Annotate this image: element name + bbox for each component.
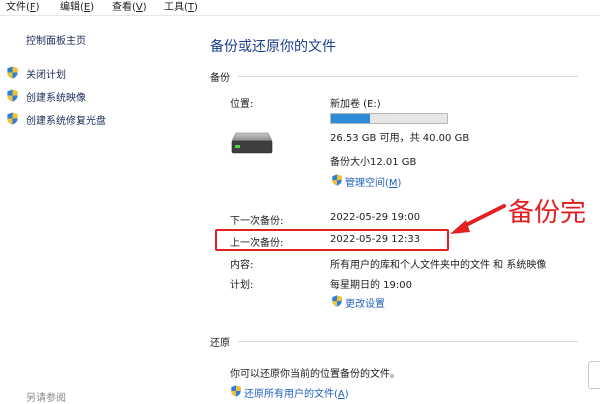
disk-usage-bar [330,113,448,124]
menu-file[interactable]: 文件(F) [4,0,42,15]
uac-shield-icon [7,66,18,79]
uac-shield-icon [7,112,18,125]
next-backup-label: 下一次备份: [230,216,284,227]
restore-section-heading: 还原 [210,338,230,349]
restore-button-edge[interactable] [588,361,600,389]
menu-view-end: ) [142,2,147,13]
schedule-label: 计划: [230,280,254,291]
sidebar: 控制面板主页 关闭计划 创建系统映像 创建系统修复光盘 另请参阅 [0,16,190,404]
next-backup-value: 2022-05-29 19:00 [330,212,421,223]
backup-section-heading: 备份 [210,73,230,84]
annotation-text: 备份完 [508,198,587,228]
content-value: 所有用户的库和个人文件夹中的文件 和 系统映像 [330,260,547,271]
menu-edit[interactable]: 编辑(E) [58,0,96,15]
uac-shield-icon [332,295,342,307]
sidebar-item-turn-off-schedule[interactable]: 关闭计划 [26,66,66,81]
uac-shield-icon [231,385,241,397]
main-panel: 备份或还原你的文件 备份 位置: 新加卷 (E:) 26.53 GB 可用，共 … [190,16,600,400]
menu-file-end: ) [35,2,40,13]
manage-space-link[interactable]: 管理空间(M) [345,174,401,189]
menu-view-key: V [135,2,143,13]
backup-section-divider [238,76,578,77]
schedule-value: 每星期日的 19:00 [330,280,412,291]
sidebar-item-create-system-image[interactable]: 创建系统映像 [26,89,86,104]
menu-file-label: 文件( [6,2,30,13]
backup-size-text: 备份大小12.01 GB [330,157,417,168]
restore-description: 你可以还原你当前的位置备份的文件。 [230,369,400,380]
menu-edit-label: 编辑( [60,2,84,13]
menu-bar: 文件(F) 编辑(E) 查看(V) 工具(T) [0,0,600,16]
change-settings-link[interactable]: 更改设置 [345,295,385,310]
menu-tools-label: 工具( [164,2,188,13]
menu-tools[interactable]: 工具(T) [162,0,200,15]
restore-section-divider [238,341,578,342]
menu-tools-end: ) [194,2,198,13]
sidebar-home-link[interactable]: 控制面板主页 [26,32,86,47]
restore-all-label: 还原所有用户的文件( [244,389,338,400]
menu-edit-end: ) [90,2,95,13]
disk-usage-fill [331,114,371,123]
manage-space-key: M [388,178,398,189]
free-space-text: 26.53 GB 可用，共 40.00 GB [330,133,470,144]
manage-space-label: 管理空间( [345,178,389,189]
uac-shield-icon [7,89,18,102]
manage-space-end: ) [397,178,402,189]
restore-all-users-link[interactable]: 还原所有用户的文件(A) [244,385,349,400]
location-value: 新加卷 (E:) [330,99,381,110]
page-title: 备份或还原你的文件 [210,39,336,55]
annotation-arrow-icon [450,204,506,234]
menu-view-label: 查看( [112,2,136,13]
annotation-highlight-box [215,229,449,251]
restore-all-key: A [337,389,345,400]
sidebar-item-create-repair-disc[interactable]: 创建系统修复光盘 [26,112,106,127]
see-also-heading: 另请参阅 [26,393,66,404]
uac-shield-icon [332,174,342,186]
restore-all-end: ) [344,389,349,400]
menu-view[interactable]: 查看(V) [110,0,149,15]
hard-drive-icon [231,132,273,154]
content-label: 内容: [230,260,254,271]
location-label: 位置: [230,99,254,110]
